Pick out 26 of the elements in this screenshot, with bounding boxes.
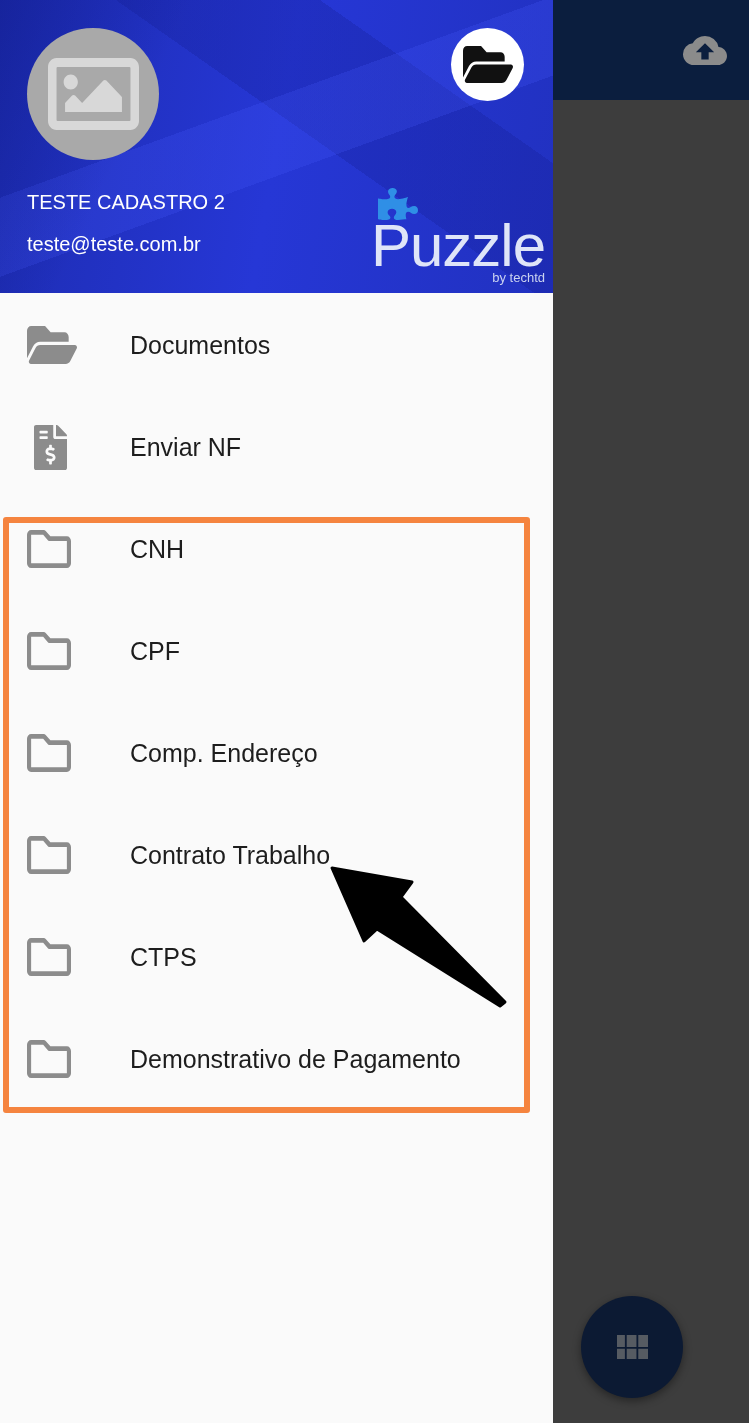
puzzle-piece-icon — [377, 188, 418, 220]
folder-icon — [27, 1040, 71, 1078]
menu-item[interactable]: Documentos — [0, 319, 553, 371]
menu-item[interactable]: Contrato Trabalho — [9, 829, 524, 881]
grid-icon — [616, 1335, 648, 1359]
folder-open-icon — [462, 46, 513, 83]
folder-icon — [27, 734, 71, 772]
menu-item[interactable]: CPF — [9, 625, 524, 677]
user-name: TESTE CADASTRO 2 — [27, 190, 225, 214]
folder-icon — [27, 632, 71, 670]
folder-icon — [27, 836, 71, 874]
logo-tagline: by techtd — [492, 271, 545, 285]
menu-item[interactable]: CTPS — [9, 931, 524, 983]
menu-item[interactable]: CNH — [9, 523, 524, 575]
menu-item[interactable]: Enviar NF — [0, 421, 553, 473]
user-email: teste@teste.com.br — [27, 232, 201, 256]
folder-button[interactable] — [451, 28, 524, 101]
invoice-dollar-icon — [34, 424, 67, 470]
logo-wordmark: Puzzle — [370, 220, 545, 271]
folder-icon — [27, 530, 71, 568]
menu-item[interactable]: Demonstrativo de Pagamento — [9, 1033, 524, 1085]
cloud-upload-icon[interactable] — [683, 35, 727, 65]
folder-icon — [27, 938, 71, 976]
image-icon — [47, 58, 139, 130]
menu-item[interactable]: Comp. Endereço — [9, 727, 524, 779]
folder-open-icon — [27, 326, 77, 364]
